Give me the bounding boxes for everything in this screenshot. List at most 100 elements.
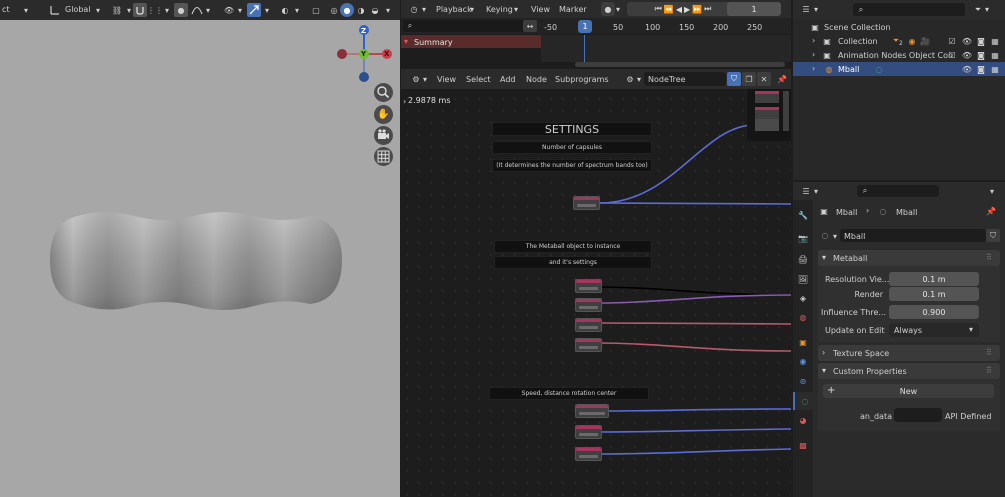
tool-tab-icon[interactable]: 🔧 — [796, 208, 810, 222]
eye-icon[interactable]: 👁 — [961, 35, 973, 47]
chevron-down-icon[interactable]: ▾ — [512, 3, 520, 15]
metaball-object[interactable] — [48, 194, 344, 324]
record-icon[interactable]: ● — [601, 2, 615, 16]
close-icon[interactable]: ✕ — [757, 72, 771, 86]
pin-icon[interactable]: 📌 — [775, 72, 789, 86]
pin-icon[interactable]: 📌 — [985, 205, 997, 217]
menu-add[interactable]: Add — [500, 75, 516, 84]
play-icon[interactable]: ▶ — [684, 5, 692, 14]
rotation-center-node[interactable] — [575, 447, 602, 461]
node-preview[interactable] — [783, 91, 789, 131]
outliner-type-icon[interactable]: ☰ — [799, 3, 813, 16]
camera-render-icon[interactable]: ◙ — [975, 49, 987, 61]
object-tab-icon[interactable]: ▣ — [796, 335, 810, 349]
speed-node[interactable] — [575, 404, 609, 418]
metaball-data-icon[interactable]: ◌ — [818, 229, 832, 242]
camera-render-icon[interactable]: ◙ — [975, 63, 987, 75]
channel-swap-icon[interactable]: ↔ — [523, 20, 537, 32]
chevron-down-icon[interactable]: ▾ — [987, 185, 997, 197]
node-preview[interactable] — [755, 91, 779, 103]
data-tab[interactable]: ◌ — [793, 392, 813, 410]
chevron-down-icon[interactable]: ▾ — [93, 4, 103, 16]
menu-keying[interactable]: Keying — [486, 5, 513, 14]
expand-icon[interactable]: › — [812, 36, 815, 45]
view-layer-tab-icon[interactable]: 🖼 — [796, 272, 810, 286]
proportional-edit-icon[interactable]: ● — [174, 3, 188, 17]
shield-icon[interactable]: ⛉ — [727, 72, 741, 86]
viewport-canvas[interactable]: Z Y X ✋ — [0, 20, 400, 497]
play-reverse-icon[interactable]: ◀ — [676, 5, 684, 14]
speed-frame-label[interactable]: Speed, distance rotation center — [489, 387, 649, 400]
fake-user-shield-icon[interactable]: ⛉ — [986, 229, 1000, 242]
expand-icon[interactable]: ▾ — [404, 37, 408, 46]
output-tab-icon[interactable]: 🖨 — [796, 252, 810, 266]
overlays-icon[interactable]: ◐ — [278, 3, 292, 17]
checkbox-icon[interactable]: ☑ — [947, 35, 957, 47]
pan-button[interactable]: ✋ — [374, 105, 393, 124]
settings-frame-title[interactable]: SETTINGS — [492, 122, 652, 136]
drag-handle-icon[interactable]: ⠿ — [986, 253, 992, 262]
metaball-settings-node[interactable] — [575, 338, 602, 352]
expand-icon[interactable]: › — [812, 50, 815, 59]
scene-tab-icon[interactable]: ◈ — [796, 291, 810, 305]
render-resolution-field[interactable]: 0.1 m — [889, 287, 979, 301]
timeline-search-input[interactable]: ⌕ — [403, 20, 525, 32]
ortho-toggle-button[interactable] — [374, 147, 393, 166]
outliner-row-collection[interactable]: › ▣ Collection ⏷ 2 ◉ 🎥 ☑ 👁 ◙ ▦ — [793, 34, 1005, 48]
chevron-down-icon[interactable]: ▾ — [614, 3, 622, 15]
wireframe-shading-icon[interactable]: ◎ — [327, 3, 341, 17]
chevron-down-icon[interactable]: ▾ — [983, 3, 991, 16]
chevron-down-icon[interactable]: ▾ — [420, 3, 428, 15]
menu-marker[interactable]: Marker — [559, 5, 587, 14]
metaball-settings-node[interactable] — [575, 298, 602, 312]
outliner-search-input[interactable]: ⌕ — [853, 3, 965, 16]
texture-space-panel-header[interactable]: › Texture Space ⠿ — [818, 345, 1000, 361]
chevron-down-icon[interactable]: ▾ — [236, 4, 244, 16]
camera-view-button[interactable] — [374, 126, 393, 145]
snap-target-icon[interactable]: ⋮⋮ — [147, 3, 163, 17]
custom-prop-value-field[interactable] — [894, 408, 942, 422]
prev-keyframe-icon[interactable]: ⏪ — [664, 5, 676, 14]
jump-end-icon[interactable]: ⏭ — [704, 4, 713, 14]
expand-icon[interactable]: › — [812, 64, 815, 73]
next-keyframe-icon[interactable]: ⏩ — [692, 5, 704, 14]
chevron-down-icon[interactable]: ▾ — [383, 4, 393, 16]
solid-shading-icon[interactable]: ● — [340, 3, 354, 17]
physics-tab-icon[interactable]: ◉ — [796, 354, 810, 368]
chevron-down-icon[interactable]: ▾ — [812, 185, 820, 197]
duplicate-icon[interactable]: ❐ — [742, 72, 756, 86]
eye-icon[interactable]: 👁 — [961, 49, 973, 61]
gizmo-icon[interactable] — [247, 3, 261, 17]
outliner-row-scene-collection[interactable]: ▣ Scene Collection — [793, 20, 1005, 34]
falloff-icon[interactable] — [190, 3, 204, 17]
eye-icon[interactable]: 👁 — [961, 63, 973, 75]
influence-threshold-field[interactable]: 0.900 — [889, 305, 979, 319]
capsules-frame-label[interactable]: Number of capsules — [492, 141, 652, 154]
metaball-panel-header[interactable]: ▾ Metaball ⠿ — [818, 250, 1000, 266]
material-shading-icon[interactable]: ◑ — [354, 3, 368, 17]
resolution-viewport-field[interactable]: 0.1 m — [889, 272, 979, 286]
menu-view[interactable]: View — [531, 5, 550, 14]
menu-node[interactable]: Node — [526, 75, 547, 84]
chevron-down-icon[interactable]: ▾ — [16, 4, 36, 16]
visibility-icon[interactable]: 👁 — [222, 3, 236, 17]
menu-view[interactable]: View — [437, 75, 456, 84]
world-tab-icon[interactable]: ◍ — [796, 310, 810, 324]
drag-handle-icon[interactable]: ⠿ — [986, 348, 992, 357]
material-tab-icon[interactable]: ◕ — [796, 413, 810, 427]
render-icon[interactable]: ▦ — [989, 35, 1001, 47]
snap-icon[interactable] — [133, 3, 147, 17]
menu-playback[interactable]: Playback — [436, 5, 472, 14]
chevron-down-icon[interactable]: ▾ — [421, 73, 429, 85]
node-preview[interactable] — [755, 119, 779, 131]
timeline-scrollbar[interactable] — [575, 62, 785, 67]
zoom-button[interactable] — [374, 83, 393, 102]
texture-tab-icon[interactable]: ▩ — [796, 438, 810, 452]
playhead[interactable]: 1 — [578, 20, 592, 33]
new-property-button[interactable]: + New — [823, 384, 994, 398]
chevron-down-icon[interactable]: ▾ — [163, 4, 171, 16]
properties-type-icon[interactable]: ☰ — [799, 185, 813, 197]
metaball-frame-note[interactable]: and it's settings — [494, 256, 652, 269]
node-cluster[interactable] — [747, 89, 791, 141]
dopesheet-area[interactable] — [541, 35, 791, 62]
